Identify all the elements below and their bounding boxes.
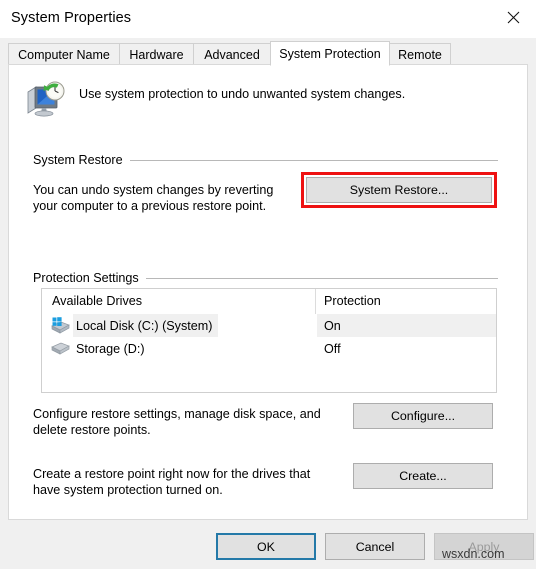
ok-button[interactable]: OK bbox=[216, 533, 316, 560]
watermark: wsxdn.com bbox=[442, 547, 505, 561]
close-button[interactable] bbox=[490, 0, 536, 34]
available-drives-list[interactable]: Available Drives Protection Local Disk (… bbox=[41, 288, 497, 393]
drive-name: Local Disk (C:) (System) bbox=[73, 314, 219, 337]
column-divider bbox=[315, 289, 316, 314]
create-button[interactable]: Create... bbox=[353, 463, 493, 489]
tab-advanced[interactable]: Advanced bbox=[193, 43, 271, 65]
configure-button[interactable]: Configure... bbox=[353, 403, 493, 429]
tab-computer-name[interactable]: Computer Name bbox=[8, 43, 120, 65]
system-protection-icon bbox=[22, 79, 68, 121]
system-drive-icon bbox=[50, 317, 70, 334]
column-header-available-drives: Available Drives bbox=[52, 294, 143, 308]
panel-description: Use system protection to undo unwanted s… bbox=[79, 87, 406, 101]
list-header-row: Available Drives Protection bbox=[42, 289, 496, 314]
system-restore-button[interactable]: System Restore... bbox=[306, 177, 492, 203]
title-bar: System Properties bbox=[0, 0, 536, 38]
system-protection-panel: Use system protection to undo unwanted s… bbox=[8, 64, 528, 520]
system-restore-description: You can undo system changes by reverting… bbox=[33, 183, 274, 213]
window-title: System Properties bbox=[11, 10, 132, 26]
tab-hardware[interactable]: Hardware bbox=[119, 43, 194, 65]
drive-protection-status: On bbox=[317, 314, 496, 337]
drive-icon bbox=[50, 340, 70, 357]
cancel-button[interactable]: Cancel bbox=[325, 533, 425, 560]
configure-description: Configure restore settings, manage disk … bbox=[33, 407, 321, 437]
create-description: Create a restore point right now for the… bbox=[33, 467, 311, 497]
table-row[interactable]: Local Disk (C:) (System) On bbox=[42, 314, 496, 337]
drive-protection-status: Off bbox=[324, 341, 341, 356]
close-icon bbox=[507, 11, 519, 23]
tab-remote[interactable]: Remote bbox=[389, 43, 451, 65]
column-header-protection: Protection bbox=[324, 294, 381, 308]
table-row[interactable]: Storage (D:) Off bbox=[42, 337, 496, 360]
drive-name: Storage (D:) bbox=[76, 341, 145, 356]
system-restore-group-label: System Restore bbox=[33, 153, 130, 167]
tab-strip: Computer Name Hardware Advanced System P… bbox=[8, 41, 528, 66]
protection-settings-group-label: Protection Settings bbox=[33, 271, 146, 285]
tab-system-protection[interactable]: System Protection bbox=[270, 41, 390, 66]
